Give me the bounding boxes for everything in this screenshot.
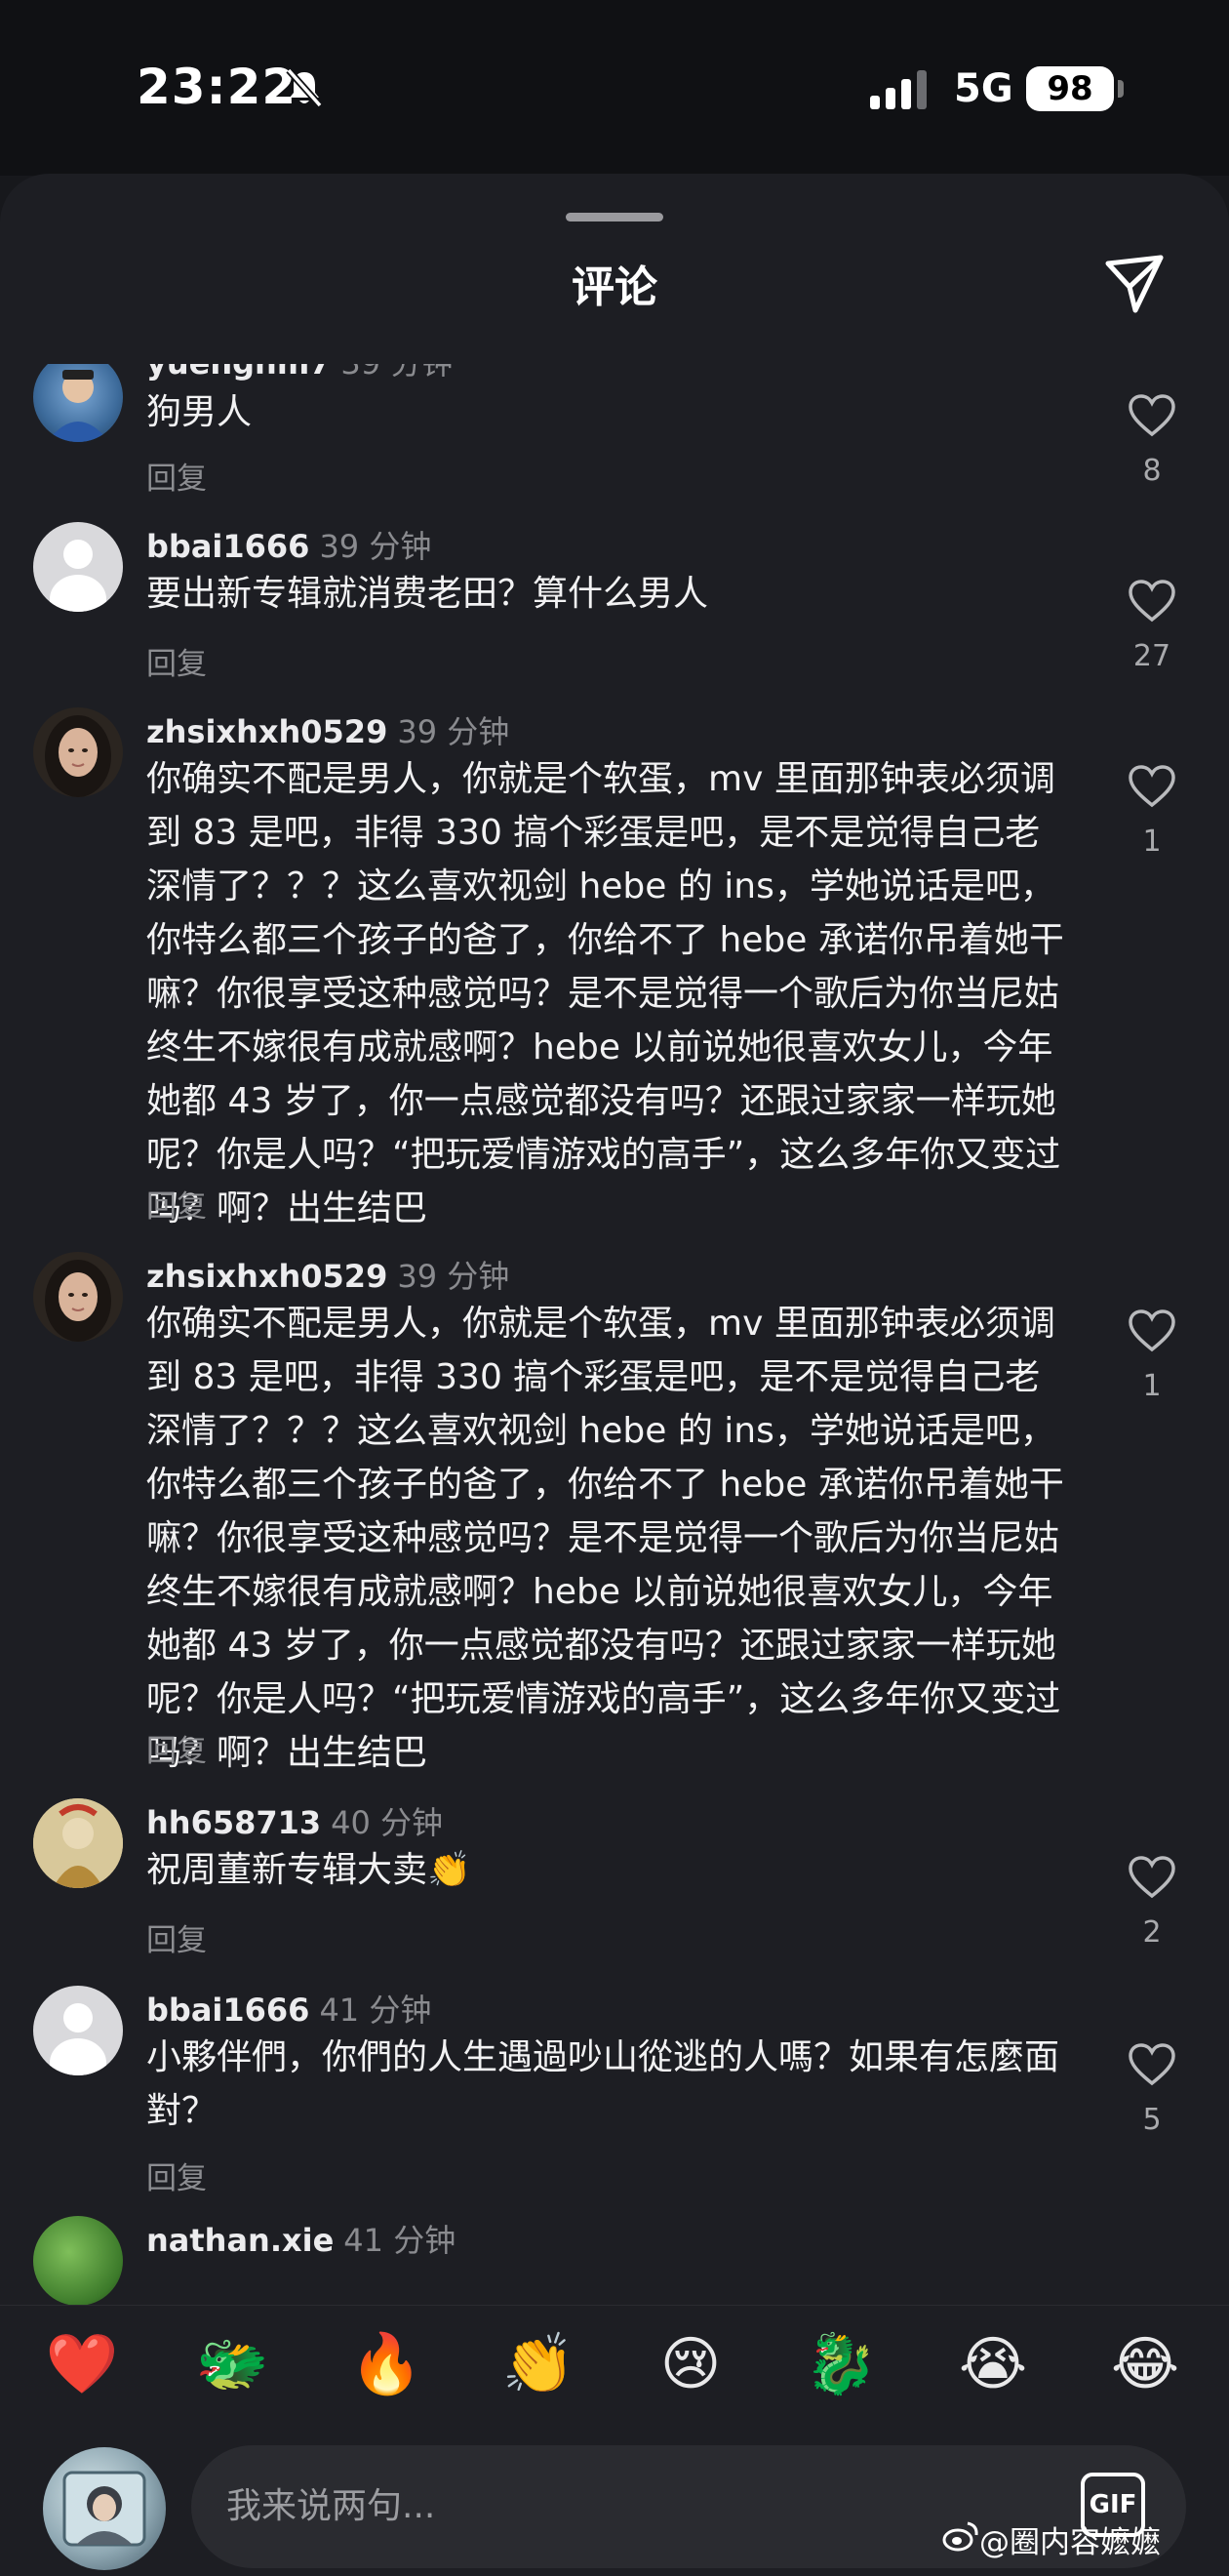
heart-icon[interactable] — [1128, 764, 1176, 809]
battery-tip — [1118, 80, 1124, 98]
reply-button[interactable]: 回复 — [146, 1915, 207, 1959]
watermark: @圈内容嬷嬷 — [979, 2525, 1161, 2560]
emoji-clap[interactable]: 👏 — [499, 2325, 577, 2403]
username-text[interactable]: yuenghm7 — [146, 364, 331, 382]
emoji-sad[interactable]: 😢 — [652, 2325, 730, 2403]
reply-button[interactable]: 回复 — [146, 2153, 207, 2197]
heart-icon[interactable] — [1128, 579, 1176, 624]
like-count: 5 — [1142, 2103, 1162, 2137]
comment-username[interactable]: hh658713 40 分钟 — [146, 1798, 443, 1843]
username-text[interactable]: zhsixhxh0529 — [146, 713, 387, 750]
comment-item: zhsixhxh0529 39 分钟 你确实不配是男人，你就是个软蛋，mv 里面那… — [0, 1252, 1229, 1779]
username-text[interactable]: bbai1666 — [146, 528, 309, 565]
comment-time: 40 分钟 — [331, 1804, 444, 1841]
heart-icon[interactable] — [1128, 1855, 1176, 1900]
heart-icon[interactable] — [1128, 393, 1176, 438]
emoji-heart[interactable]: ❤️ — [43, 2325, 121, 2403]
comment-text: 要出新专辑就消费老田？算什么男人 — [146, 574, 709, 614]
comment-text: 祝周董新专辑大卖👏 — [146, 1850, 471, 1890]
comment-time: 41 分钟 — [343, 2222, 456, 2259]
my-avatar[interactable] — [43, 2447, 166, 2570]
comment-username[interactable]: zhsixhxh0529 39 分钟 — [146, 707, 509, 752]
comment-item: nathan.xie 41 分钟 — [0, 2216, 1229, 2314]
comment-text: 你确实不配是男人，你就是个软蛋，mv 里面那钟表必须调到 83 是吧，非得 33… — [146, 759, 1064, 1228]
avatar[interactable] — [33, 2216, 123, 2306]
comment-list[interactable]: yuenghm7 39 分钟 狗男人 回复 8 bbai1666 39 分钟 要出新… — [0, 364, 1229, 2481]
comment-item: bbai1666 39 分钟 要出新专辑就消费老田？算什么男人 回复 27 — [0, 522, 1229, 682]
comment-username[interactable]: yuenghm7 39 分钟 — [146, 364, 453, 383]
cellular-signal-icon — [870, 70, 927, 109]
emoji-laughing[interactable]: 😂 — [1106, 2325, 1184, 2403]
reply-button[interactable]: 回复 — [146, 1182, 207, 1226]
comment-username[interactable]: bbai1666 41 分钟 — [146, 1986, 431, 2031]
heart-icon[interactable] — [1128, 1308, 1176, 1353]
avatar[interactable] — [33, 1252, 123, 1342]
heart-icon[interactable] — [1128, 2042, 1176, 2087]
username-text[interactable]: bbai1666 — [146, 1992, 309, 2029]
comments-sheet: 评论 yuenghm7 39 分钟 狗男人 回复 8 — [0, 174, 1229, 2576]
comment-time: 39 分钟 — [397, 713, 510, 750]
comment-username[interactable]: nathan.xie 41 分钟 — [146, 2216, 456, 2261]
username-text[interactable]: zhsixhxh0529 — [146, 1258, 387, 1295]
comment-text: 狗男人 — [146, 392, 253, 432]
battery-indicator: 98 — [1026, 66, 1114, 111]
comment-item: yuenghm7 39 分钟 狗男人 回复 8 — [0, 364, 1229, 497]
emoji-dragon[interactable]: 🐉 — [802, 2325, 880, 2403]
share-icon[interactable] — [1100, 250, 1169, 318]
bell-muted-icon — [286, 67, 323, 108]
comment-time: 39 分钟 — [319, 528, 432, 565]
network-type: 5G — [954, 66, 1013, 111]
username-text[interactable]: nathan.xie — [146, 2222, 334, 2259]
drag-handle[interactable] — [566, 213, 663, 221]
like-count: 27 — [1132, 639, 1171, 673]
status-time: 23:22 — [137, 59, 297, 115]
comment-item: bbai1666 41 分钟 小夥伴們，你們的人生遇過吵山從逃的人嗎？如果有怎麼面… — [0, 1986, 1229, 2196]
emoji-crying[interactable]: 😭 — [954, 2325, 1032, 2403]
reply-button[interactable]: 回复 — [146, 639, 207, 683]
comment-username[interactable]: bbai1666 39 分钟 — [146, 522, 431, 567]
comment-time: 39 分钟 — [340, 364, 453, 382]
weibo-logo-icon — [942, 2521, 978, 2552]
quick-emoji-bar: ❤️ 🐲 🔥 👏 😢 🐉 😭 😂 — [0, 2305, 1229, 2420]
comment-text: 小夥伴們，你們的人生遇過吵山從逃的人嗎？如果有怎麼面對？ — [146, 2037, 1060, 2131]
comment-item: zhsixhxh0529 39 分钟 你确实不配是男人，你就是个软蛋，mv 里面那… — [0, 707, 1229, 1234]
avatar[interactable] — [33, 707, 123, 797]
avatar[interactable] — [33, 1798, 123, 1888]
sheet-title: 评论 — [572, 262, 657, 312]
avatar[interactable] — [33, 522, 123, 612]
like-count: 1 — [1142, 1369, 1162, 1403]
reply-button[interactable]: 回复 — [146, 454, 207, 498]
comment-username[interactable]: zhsixhxh0529 39 分钟 — [146, 1252, 509, 1297]
reply-button[interactable]: 回复 — [146, 1726, 207, 1770]
comment-time: 39 分钟 — [397, 1258, 510, 1295]
comment-item: hh658713 40 分钟 祝周董新专辑大卖👏 回复 2 — [0, 1798, 1229, 1958]
username-text[interactable]: hh658713 — [146, 1804, 321, 1841]
like-count: 1 — [1142, 825, 1162, 859]
emoji-dragon-face[interactable]: 🐲 — [193, 2325, 271, 2403]
like-count: 8 — [1142, 454, 1162, 488]
status-bar: 23:22 5G 98 — [0, 0, 1229, 176]
comment-text: 你确实不配是男人，你就是个软蛋，mv 里面那钟表必须调到 83 是吧，非得 33… — [146, 1304, 1064, 1773]
avatar[interactable] — [33, 1986, 123, 2075]
emoji-fire[interactable]: 🔥 — [347, 2325, 425, 2403]
comment-time: 41 分钟 — [319, 1992, 432, 2029]
like-count: 2 — [1142, 1915, 1162, 1950]
avatar[interactable] — [33, 364, 123, 442]
